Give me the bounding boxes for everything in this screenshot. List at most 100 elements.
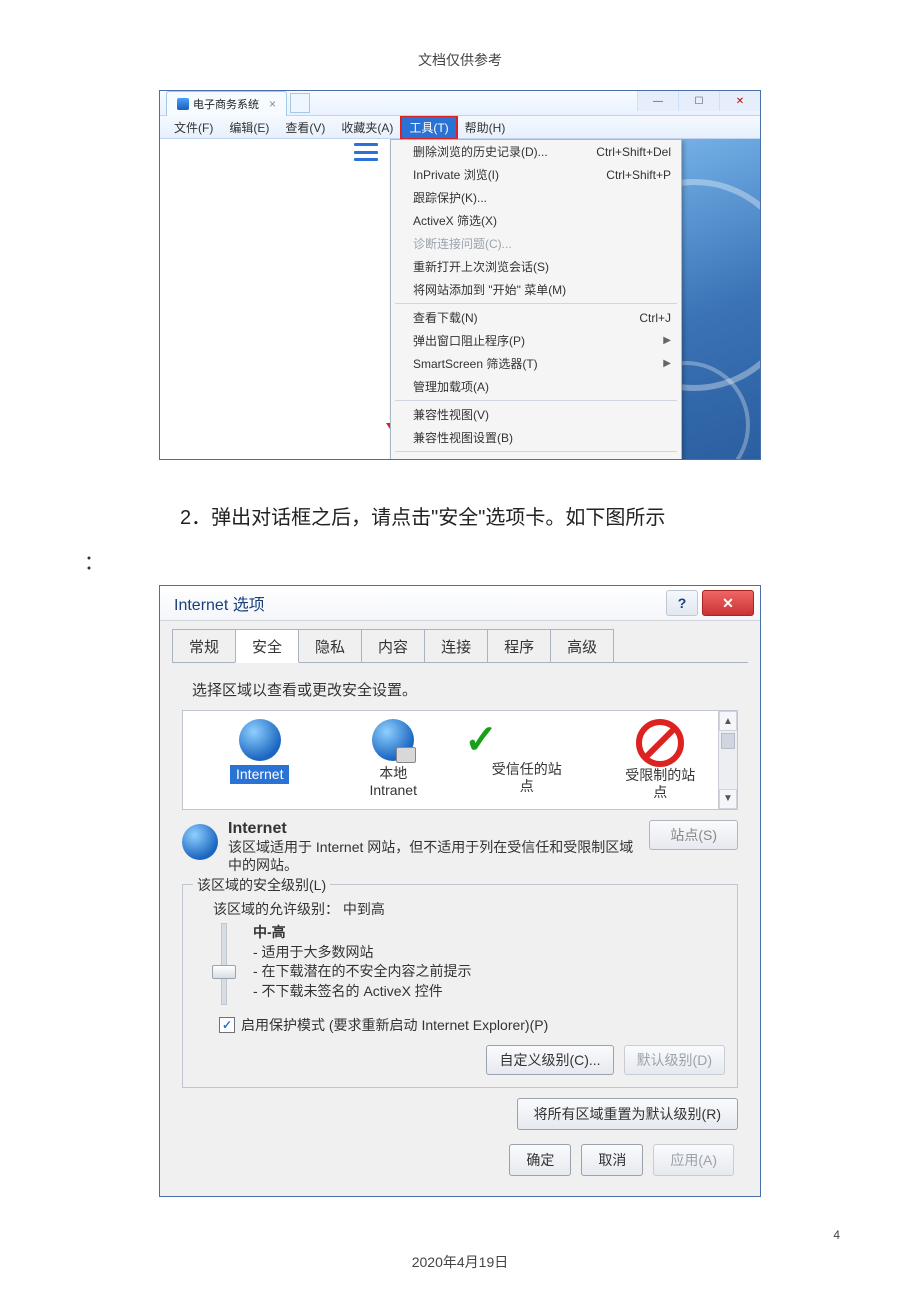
zone-desc-title: Internet [228,820,639,838]
menuitem-label: SmartScreen 筛选器(T) [413,355,538,372]
menu-favorites[interactable]: 收藏夹(A) [333,116,401,139]
zone-label: 本地 Intranet [327,765,461,799]
restricted-icon [636,719,684,767]
menuitem-label: 重新打开上次浏览会话(S) [413,258,549,275]
zone-internet[interactable]: Internet [193,715,327,788]
cancel-button[interactable]: 取消 [581,1144,643,1176]
menuitem-label: 管理加载项(A) [413,378,489,395]
security-level-group: 该区域的安全级别(L) 该区域的允许级别： 中到高 中-高 - 适用于大多数网站… [182,884,738,1088]
tab-programs[interactable]: 程序 [487,629,551,662]
menuitem-delete-history[interactable]: 删除浏览的历史记录(D)... Ctrl+Shift+Del [391,140,681,163]
minimize-button[interactable]: — [637,91,678,111]
intranet-icon [372,719,414,761]
menuitem-smartscreen[interactable]: SmartScreen 筛选器(T) ▶ [391,352,681,375]
menu-separator [395,400,677,401]
ok-button[interactable]: 确定 [509,1144,571,1176]
dialog-tabstrip: 常规 安全 隐私 内容 连接 程序 高级 [172,629,748,663]
tab-title: 电子商务系统 [193,96,259,112]
doc-header: 文档仅供参考 [0,50,920,70]
scroll-down-icon[interactable]: ▼ [719,789,737,809]
globe-icon [239,719,281,761]
checkbox-label: 启用保护模式 (要求重新启动 Internet Explorer)(P) [241,1015,548,1035]
page-icon [177,98,189,110]
menuitem-activex-filtering[interactable]: ActiveX 筛选(X) [391,209,681,232]
menuitem-shortcut: Ctrl+J [639,311,671,325]
zone-selector: Internet 本地 Intranet ✓ 受信任的站 点 受限制的站 点 [182,710,738,810]
menuitem-compat-settings[interactable]: 兼容性视图设置(B) [391,426,681,449]
menu-help[interactable]: 帮助(H) [457,116,514,139]
scroll-track [719,751,737,789]
ie-titlebar: 电子商务系统 × — ☐ ✕ [160,91,760,116]
tab-close-icon[interactable]: × [263,97,276,111]
tab-privacy[interactable]: 隐私 [298,629,362,662]
zone-trusted[interactable]: ✓ 受信任的站 点 [460,715,594,799]
close-button[interactable]: ✕ [719,91,760,111]
menuitem-label: 兼容性视图(V) [413,406,489,423]
tab-security[interactable]: 安全 [235,629,299,663]
menuitem-label: 订阅此源(F)... [413,457,486,459]
security-level-slider[interactable] [209,923,239,1003]
menuitem-manage-addons[interactable]: 管理加载项(A) [391,375,681,398]
browser-tab[interactable]: 电子商务系统 × [166,91,287,116]
ie-content-area: 删除浏览的历史记录(D)... Ctrl+Shift+Del InPrivate… [160,139,760,459]
menuitem-label: 跟踪保护(K)... [413,189,487,206]
menuitem-label: 删除浏览的历史记录(D)... [413,143,548,160]
zone-description: Internet 该区域适用于 Internet 网站，但不适用于列在受信任和受… [182,820,738,874]
reset-zones-button[interactable]: 将所有区域重置为默认级别(R) [517,1098,738,1130]
sites-button[interactable]: 站点(S) [649,820,738,850]
tab-advanced[interactable]: 高级 [550,629,614,662]
menu-view[interactable]: 查看(V) [277,116,333,139]
dialog-title: Internet 选项 [174,591,265,615]
step-instruction: 2．弹出对话框之后，请点击"安全"选项卡。如下图所示 [140,500,780,536]
zone-label: 受限制的站 点 [594,767,728,801]
page-number: 4 [833,1228,840,1242]
level-bullet: - 适用于大多数网站 [253,943,472,963]
menuitem-label: 兼容性视图设置(B) [413,429,513,446]
menuitem-tracking-protection[interactable]: 跟踪保护(K)... [391,186,681,209]
menuitem-label: InPrivate 浏览(I) [413,166,499,183]
menu-file[interactable]: 文件(F) [166,116,221,139]
menuitem-shortcut: Ctrl+Shift+P [606,168,671,182]
tab-connections[interactable]: 连接 [424,629,488,662]
menuitem-label: ActiveX 筛选(X) [413,212,497,229]
help-button[interactable]: ? [666,590,698,616]
menuitem-reopen-session[interactable]: 重新打开上次浏览会话(S) [391,255,681,278]
apply-button[interactable]: 应用(A) [653,1144,734,1176]
menu-separator [395,451,677,452]
new-tab-button[interactable] [290,93,310,113]
menuitem-inprivate[interactable]: InPrivate 浏览(I) Ctrl+Shift+P [391,163,681,186]
default-level-button[interactable]: 默认级别(D) [624,1045,725,1075]
tab-general[interactable]: 常规 [172,629,236,662]
menu-tools[interactable]: 工具(T) [401,116,456,139]
checkbox-icon[interactable]: ✓ [219,1017,235,1033]
zone-label: 受信任的站 点 [460,761,594,795]
tab-content[interactable]: 内容 [361,629,425,662]
maximize-button[interactable]: ☐ [678,91,719,111]
zone-scrollbar[interactable]: ▲ ▼ [718,711,737,809]
page-background-left [160,139,391,459]
fieldset-legend: 该区域的安全级别(L) [193,875,330,895]
close-button[interactable]: ✕ [702,590,754,616]
menuitem-label: 将网站添加到 "开始" 菜单(M) [413,281,566,298]
menuitem-compat-view[interactable]: 兼容性视图(V) [391,403,681,426]
tools-dropdown: 删除浏览的历史记录(D)... Ctrl+Shift+Del InPrivate… [390,139,682,459]
scroll-up-icon[interactable]: ▲ [719,711,737,731]
menuitem-label: 诊断连接问题(C)... [413,235,512,252]
menuitem-label: 查看下载(N) [413,309,478,326]
level-description: 中-高 - 适用于大多数网站 - 在下载潜在的不安全内容之前提示 - 不下载未签… [253,923,472,1003]
submenu-arrow-icon: ▶ [663,335,671,346]
menuitem-view-downloads[interactable]: 查看下载(N) Ctrl+J [391,306,681,329]
allowed-levels-label: 该区域的允许级别： 中到高 [213,899,725,919]
zone-restricted[interactable]: 受限制的站 点 [594,715,728,805]
level-bullet: - 不下载未签名的 ActiveX 控件 [253,982,472,1002]
dialog-body: 常规 安全 隐私 内容 连接 程序 高级 选择区域以查看或更改安全设置。 Int… [160,621,760,1196]
zone-intranet[interactable]: 本地 Intranet [327,715,461,803]
scroll-thumb[interactable] [721,733,735,749]
protected-mode-checkbox[interactable]: ✓ 启用保护模式 (要求重新启动 Internet Explorer)(P) [219,1015,725,1035]
custom-level-button[interactable]: 自定义级别(C)... [486,1045,613,1075]
menuitem-popup-blocker[interactable]: 弹出窗口阻止程序(P) ▶ [391,329,681,352]
slider-thumb[interactable] [212,965,236,979]
menuitem-add-to-start[interactable]: 将网站添加到 "开始" 菜单(M) [391,278,681,301]
slider-track [221,923,227,1005]
menu-edit[interactable]: 编辑(E) [221,116,277,139]
